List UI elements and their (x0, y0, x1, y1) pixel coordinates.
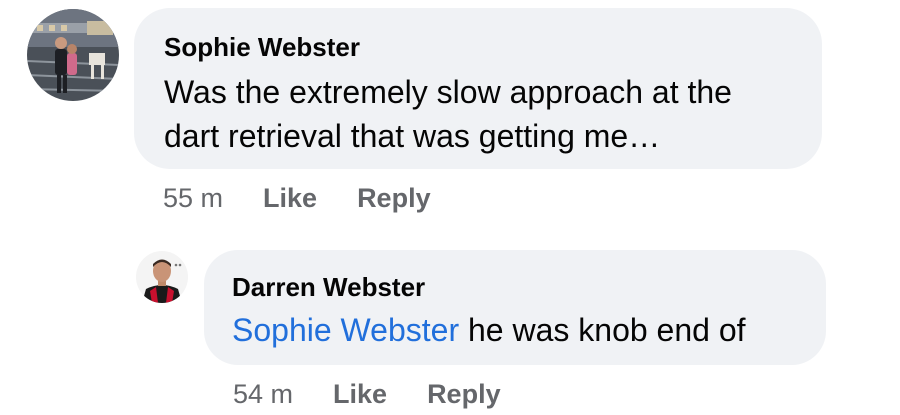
comment-text: Was the extremely slow approach at the d… (164, 70, 732, 158)
reply-reply-button[interactable]: Reply (427, 379, 501, 410)
comment-timestamp[interactable]: 55 m (163, 183, 223, 214)
comment: Sophie Webster Was the extremely slow ap… (0, 0, 900, 230)
reply-text: Sophie Webster he was knob end of (232, 308, 746, 352)
comment-text-line-1: Was the extremely slow approach at the (164, 74, 732, 110)
reply-text-body: he was knob end of (459, 312, 746, 348)
avatar-darren[interactable] (136, 251, 188, 303)
mention-link[interactable]: Sophie Webster (232, 312, 459, 348)
like-button[interactable]: Like (263, 183, 317, 214)
reply-like-button[interactable]: Like (333, 379, 387, 410)
comment-text-line-2: dart retrieval that was getting me… (164, 118, 661, 154)
reply-button[interactable]: Reply (357, 183, 431, 214)
comment-actions: 55 m Like Reply (163, 183, 431, 214)
comment-author[interactable]: Sophie Webster (164, 32, 360, 63)
avatar-sophie[interactable] (27, 9, 119, 101)
reply-timestamp[interactable]: 54 m (233, 379, 293, 410)
reply-actions: 54 m Like Reply (233, 379, 501, 410)
reply-author[interactable]: Darren Webster (232, 272, 425, 303)
profile-photo-icon (136, 251, 188, 303)
comment-bubble: Sophie Webster Was the extremely slow ap… (134, 8, 822, 169)
reply: Darren Webster Sophie Webster he was kno… (0, 240, 900, 415)
profile-photo-icon (27, 9, 119, 101)
reply-bubble: Darren Webster Sophie Webster he was kno… (204, 250, 826, 365)
